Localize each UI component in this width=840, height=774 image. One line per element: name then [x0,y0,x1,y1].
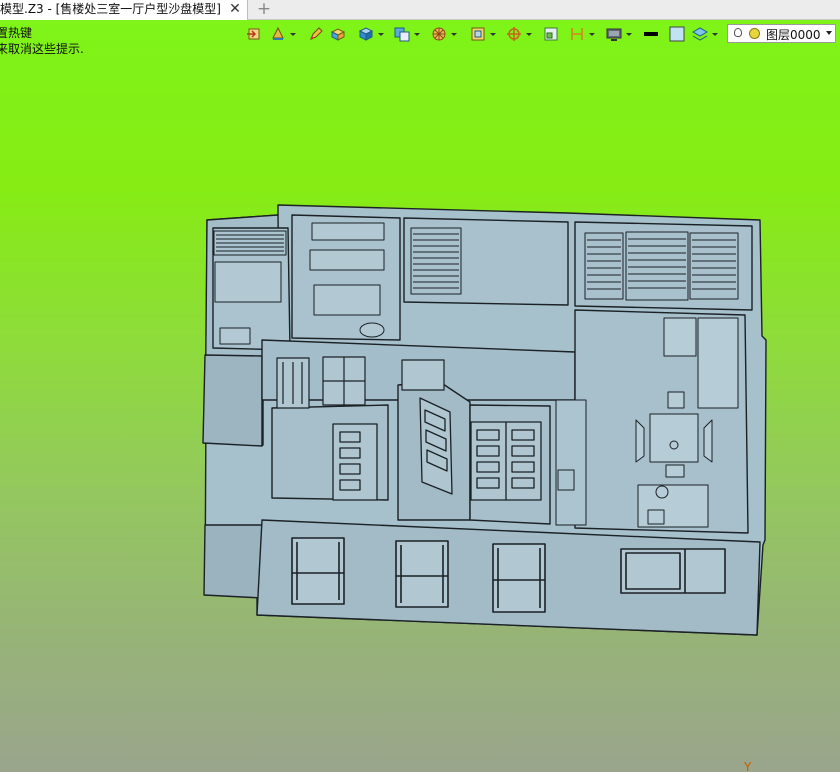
upper-middle-room [403,217,569,306]
floor-plan-model[interactable] [0,20,840,772]
left-wing-panel [202,354,263,447]
document-tab[interactable]: 盘模型.Z3 - [售楼处三室一厅户型沙盘模型] ✕ [0,0,248,20]
upper-right-room [574,221,753,311]
new-tab-button[interactable]: + [256,0,272,19]
3d-viewport[interactable]: 置热键 来取消这些提示. 图层0000 Y [0,20,840,774]
left-lower-block [203,524,263,599]
close-tab-icon[interactable]: ✕ [228,0,242,19]
document-tab-title: 盘模型.Z3 - [售楼处三室一厅户型沙盘模型] [0,2,221,16]
document-tab-bar: 盘模型.Z3 - [售楼处三室一厅户型沙盘模型] ✕ + [0,0,840,20]
